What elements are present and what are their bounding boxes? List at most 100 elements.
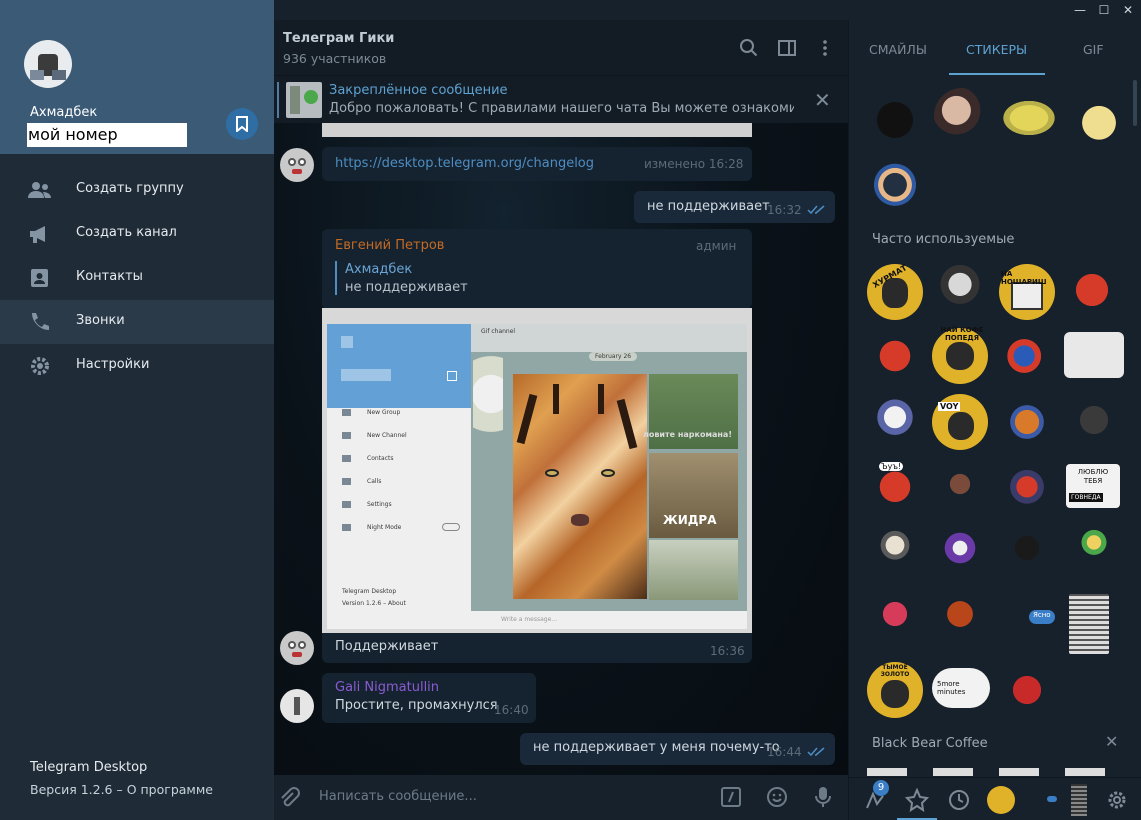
app-name: Telegram Desktop — [30, 760, 148, 775]
sticker[interactable] — [999, 394, 1055, 450]
recent-clock-icon[interactable] — [947, 788, 971, 812]
sticker[interactable] — [867, 154, 923, 210]
screenshot-footer-version: Version 1.2.6 – About — [342, 600, 406, 607]
screenshot-menu-item: Night Mode — [367, 524, 402, 531]
sticker[interactable] — [999, 98, 1059, 138]
read-check-icon — [807, 747, 825, 757]
sticker-crown-devil[interactable] — [999, 456, 1055, 512]
version-link[interactable]: Версия 1.2.6 – О программе — [30, 782, 213, 797]
sticker-pixel[interactable] — [1069, 594, 1109, 654]
microphone-icon[interactable] — [814, 785, 832, 809]
emoji-icon[interactable] — [766, 786, 788, 808]
sticker-devil-box[interactable] — [932, 586, 988, 642]
screenshot-menu-item: Contacts — [367, 455, 394, 462]
message-text[interactable]: https://desktop.telegram.org/changelog — [335, 156, 594, 171]
command-icon[interactable] — [720, 786, 742, 808]
screenshot-menu-item: New Channel — [367, 432, 407, 439]
tab-gif[interactable]: GIF — [1083, 42, 1104, 57]
sticker-scream[interactable] — [932, 520, 988, 576]
chat-title[interactable]: Телеграм Гики — [283, 31, 394, 46]
sticker-tamoe[interactable]: ТЫМОЁ ЗОЛОТО — [867, 662, 923, 718]
tab-smiles[interactable]: СМАЙЛЫ — [869, 42, 927, 57]
sticker[interactable] — [932, 262, 988, 318]
sticker-voy[interactable]: VOY — [932, 394, 988, 450]
chat-members-count: 936 участников — [283, 51, 387, 66]
sticker-spiderman[interactable] — [999, 328, 1055, 384]
admin-badge: админ — [696, 239, 737, 253]
sticker-set-blue[interactable] — [1047, 796, 1057, 802]
sticker-text: НА НОШАРИШ — [1001, 270, 1047, 286]
sticker-devil[interactable] — [1064, 262, 1120, 318]
sender-avatar[interactable] — [280, 631, 314, 665]
more-icon[interactable] — [815, 38, 835, 58]
menu-label: Создать канал — [76, 225, 177, 240]
sticker-cyanide[interactable] — [1066, 520, 1122, 576]
message-image-fragment — [322, 123, 752, 137]
saved-messages-button[interactable] — [226, 108, 258, 140]
sticker-sets-bar: 9 — [849, 777, 1141, 820]
rabbi-image: ЖИДРА — [649, 453, 738, 538]
menu-settings[interactable]: Настройки — [0, 344, 274, 388]
drawer-header: Ахмадбек мой номер — [0, 0, 274, 154]
reply-text: не поддерживает — [345, 280, 468, 295]
sticker-set-pixel[interactable] — [1071, 784, 1087, 816]
sticker[interactable] — [1071, 92, 1127, 148]
sender-avatar[interactable] — [280, 148, 314, 182]
menu-create-channel[interactable]: Создать канал — [0, 212, 274, 256]
pinned-message[interactable]: Закреплённое сообщение Добро пожаловать!… — [274, 75, 848, 123]
sticker-cat[interactable] — [867, 392, 923, 448]
user-avatar[interactable] — [24, 40, 72, 88]
sticker-bust[interactable] — [867, 520, 923, 576]
minimize-button[interactable]: — — [1068, 0, 1092, 20]
rabbi-caption: ЖИДРА — [663, 513, 717, 527]
sticker-red-face[interactable]: Ъуъ! — [867, 456, 923, 512]
screenshot-chat-title: Gif channel — [481, 328, 516, 335]
close-pinned-icon[interactable]: ✕ — [814, 88, 831, 112]
sticker-hurmat[interactable]: ХУРМАТ — [867, 263, 923, 320]
message-time: изменено 16:28 — [644, 157, 744, 171]
fish-image — [649, 540, 738, 600]
group-icon — [28, 182, 51, 198]
sticker[interactable] — [867, 92, 923, 148]
tab-stickers[interactable]: СТИКЕРЫ — [966, 42, 1027, 57]
message-input[interactable]: Написать сообщение... — [319, 789, 477, 804]
chat-header: Телеграм Гики 936 участников — [274, 20, 848, 75]
screenshot-sidebar-header — [327, 324, 471, 408]
sticker-sofa[interactable] — [1064, 332, 1124, 378]
message-reply: Евгений Петров админ Ахмадбек не поддерж… — [322, 229, 752, 309]
sticker-five-minutes[interactable]: 5more minutes — [932, 668, 990, 708]
sticker-set-bear[interactable] — [987, 786, 1015, 814]
message-screenshot-image[interactable]: New Group New Channel Contacts Calls Set… — [322, 308, 752, 633]
favorites-star-icon[interactable] — [905, 788, 929, 812]
pack-stickers-row — [867, 768, 1127, 776]
sticker-naw-kor[interactable]: НАЙ КОФЕ ПОПЕДЯ — [932, 326, 988, 384]
menu-create-group[interactable]: Создать группу — [0, 168, 274, 212]
message-author[interactable]: Gali Nigmatullin — [335, 680, 439, 695]
sticker-devil-girl[interactable] — [867, 586, 923, 642]
message-outgoing: не поддерживает у меня почему-то 16:44 — [520, 733, 835, 765]
search-icon[interactable] — [739, 38, 759, 58]
attach-icon[interactable] — [278, 787, 300, 809]
maximize-button[interactable]: ☐ — [1092, 0, 1116, 20]
sidebar-toggle-icon[interactable] — [777, 38, 797, 58]
sender-avatar[interactable] — [280, 689, 314, 723]
sticker[interactable] — [934, 88, 990, 144]
reply-author: Ахмадбек — [345, 262, 413, 277]
close-pack-icon[interactable]: ✕ — [1105, 732, 1118, 751]
menu-calls[interactable]: Звонки — [0, 300, 274, 344]
message-author[interactable]: Евгений Петров — [335, 238, 444, 253]
sticker-deadpool[interactable] — [999, 662, 1055, 718]
menu-contacts[interactable]: Контакты — [0, 256, 274, 300]
sticker-na-nosharish[interactable]: НА НОШАРИШ — [999, 264, 1055, 320]
message-outgoing: не поддерживает 16:32 — [634, 191, 835, 223]
settings-gear-icon[interactable] — [1105, 788, 1129, 812]
sticker-ninja[interactable] — [999, 520, 1055, 576]
close-window-button[interactable]: ✕ — [1116, 0, 1140, 20]
sticker-lyublyu[interactable]: ЛЮБЛЮ ТЕБЯ ГОВНЕДА — [1066, 464, 1120, 508]
sticker-yasno[interactable]: Ясно — [1029, 610, 1055, 624]
sticker-shrug[interactable] — [932, 456, 988, 512]
message-text: Простите, промахнулся — [335, 698, 498, 713]
scrollbar[interactable] — [1133, 80, 1137, 126]
sticker-hat-man[interactable] — [1066, 392, 1122, 448]
sticker-devil-fork[interactable] — [867, 328, 923, 384]
